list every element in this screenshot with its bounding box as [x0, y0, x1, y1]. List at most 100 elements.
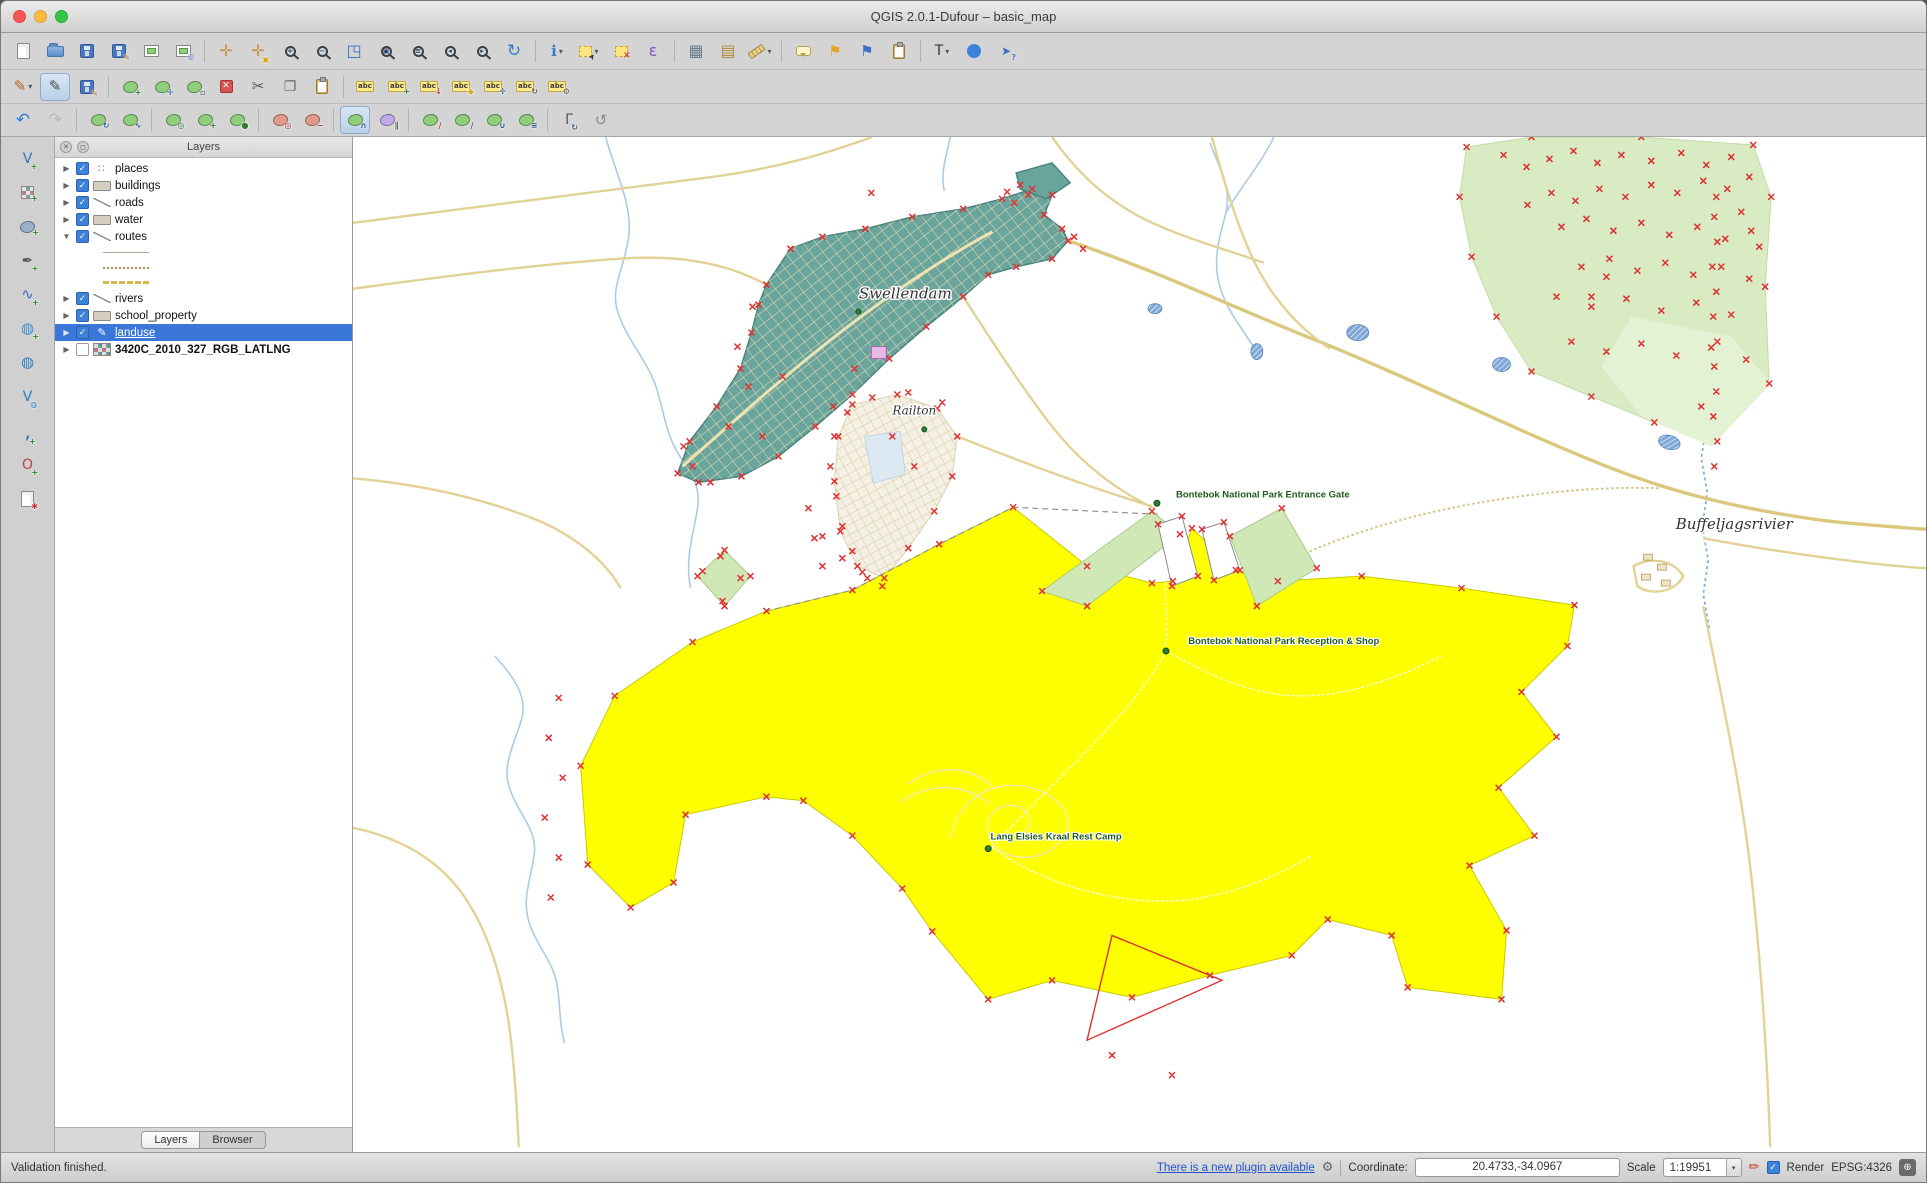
save-project-as-button[interactable]: ✎: [104, 37, 134, 65]
zoom-out-button[interactable]: −: [307, 37, 337, 65]
expander-icon[interactable]: ▶: [61, 328, 72, 337]
zoom-to-layer-button[interactable]: ≡: [403, 37, 433, 65]
expander-icon[interactable]: ▶: [61, 311, 72, 320]
save-layer-edits-button[interactable]: ✎: [72, 73, 102, 101]
layer-visibility-checkbox[interactable]: ✓: [76, 162, 89, 175]
layer-item-routes[interactable]: ▼✓routes: [55, 228, 352, 245]
layer-visibility-checkbox[interactable]: ✓: [76, 292, 89, 305]
add-delimited-text-layer-button[interactable]: ,+: [9, 415, 47, 446]
zoom-window-button[interactable]: [55, 10, 68, 23]
panel-close-button[interactable]: ✕: [60, 141, 72, 153]
label-highlight-button[interactable]: abc◆: [446, 73, 476, 101]
label-rotate-button[interactable]: abc↻: [510, 73, 540, 101]
offset-curve-button[interactable]: ∥: [372, 106, 402, 134]
zoom-to-selection-button[interactable]: ▣: [371, 37, 401, 65]
label-move-button[interactable]: abc✛: [478, 73, 508, 101]
pan-map-button[interactable]: ✛: [211, 37, 241, 65]
layer-visibility-checkbox[interactable]: ✓: [76, 213, 89, 226]
crs-status-button[interactable]: ⊕: [1899, 1159, 1916, 1176]
open-attribute-table-button[interactable]: ▦: [681, 37, 711, 65]
delete-part-button[interactable]: −: [297, 106, 327, 134]
add-mssql-layer-button[interactable]: ∿+: [9, 279, 47, 310]
new-print-composer-button[interactable]: [136, 37, 166, 65]
scale-combo[interactable]: 1:19951 ▾: [1663, 1158, 1742, 1177]
plugin-icon[interactable]: ⚙: [1322, 1160, 1334, 1175]
layer-item-buildings[interactable]: ▶✓buildings: [55, 177, 352, 194]
delete-selected-button[interactable]: ✕: [211, 73, 241, 101]
node-tool-button[interactable]: ▫: [179, 73, 209, 101]
layer-item-landuse[interactable]: ▶✓✎landuse: [55, 324, 352, 341]
reverse-line-button[interactable]: ↺: [586, 106, 616, 134]
simplify-feature-button[interactable]: ∿: [115, 106, 145, 134]
tab-layers[interactable]: Layers: [141, 1131, 200, 1149]
stop-render-icon[interactable]: ✏: [1749, 1160, 1760, 1175]
labeling-options-button[interactable]: abc: [350, 73, 380, 101]
plugin-update-link[interactable]: There is a new plugin available: [1157, 1162, 1315, 1174]
copy-features-button[interactable]: ❐: [275, 73, 305, 101]
label-properties-button[interactable]: abc⚙: [542, 73, 572, 101]
select-features-button[interactable]: [574, 37, 604, 65]
zoom-full-extent-button[interactable]: ◳: [339, 37, 369, 65]
layer-visibility-checkbox[interactable]: ✓: [76, 309, 89, 322]
add-postgis-layer-button[interactable]: +: [9, 211, 47, 242]
current-edits-button[interactable]: ✎: [8, 73, 38, 101]
layer-item-roads[interactable]: ▶✓roads: [55, 194, 352, 211]
refresh-map-button[interactable]: ↻: [499, 37, 529, 65]
tab-browser[interactable]: Browser: [200, 1131, 265, 1149]
deselect-all-button[interactable]: [606, 37, 636, 65]
add-spatialite-layer-button[interactable]: ✒+: [9, 245, 47, 276]
map-canvas[interactable]: SwellendamRailtonBontebok National Park …: [353, 137, 1926, 1152]
expander-icon[interactable]: ▶: [61, 181, 72, 190]
add-part-button[interactable]: +: [190, 106, 220, 134]
layer-visibility-checkbox[interactable]: ✓: [76, 326, 89, 339]
move-feature-button[interactable]: ✛: [147, 73, 177, 101]
merge-attributes-button[interactable]: ≡: [511, 106, 541, 134]
render-checkbox[interactable]: ✓: [1767, 1161, 1780, 1174]
add-ring-button[interactable]: ◎: [158, 106, 188, 134]
minimize-window-button[interactable]: [34, 10, 47, 23]
expander-icon[interactable]: ▼: [61, 232, 72, 241]
layer-item-school_property[interactable]: ▶✓school_property: [55, 307, 352, 324]
split-features-button[interactable]: ∕: [415, 106, 445, 134]
rotate-feature-button[interactable]: ↻: [83, 106, 113, 134]
help-contents-button[interactable]: [959, 37, 989, 65]
pan-to-selection-button[interactable]: ✛▣: [243, 37, 273, 65]
select-by-expression-button[interactable]: ε: [638, 37, 668, 65]
cut-features-button[interactable]: ✂: [243, 73, 273, 101]
show-bookmarks-button[interactable]: ⚑: [852, 37, 882, 65]
measure-line-button[interactable]: [745, 37, 775, 65]
whats-this-button[interactable]: ➤?: [991, 37, 1021, 65]
add-wcs-layer-button[interactable]: ◍: [9, 347, 47, 378]
combo-arrow-icon[interactable]: ▾: [1726, 1158, 1741, 1177]
expander-icon[interactable]: ▶: [61, 164, 72, 173]
layer-symbol-item[interactable]: [55, 245, 352, 260]
add-feature-button[interactable]: +: [115, 73, 145, 101]
expander-icon[interactable]: ▶: [61, 345, 72, 354]
undo-button[interactable]: ↶: [8, 106, 38, 134]
composer-manager-button[interactable]: ◎: [168, 37, 198, 65]
layer-visibility-checkbox[interactable]: ✓: [76, 179, 89, 192]
layer-item-water[interactable]: ▶✓water: [55, 211, 352, 228]
layer-item-rivers[interactable]: ▶✓rivers: [55, 290, 352, 307]
coordinate-input[interactable]: 20.4733,-34.0967: [1415, 1158, 1620, 1177]
add-wms-layer-button[interactable]: ◍+: [9, 313, 47, 344]
panel-float-button[interactable]: ◻: [77, 141, 89, 153]
redo-button[interactable]: ↷: [40, 106, 70, 134]
layer-symbol-item[interactable]: [55, 275, 352, 290]
save-project-button[interactable]: [72, 37, 102, 65]
zoom-last-button[interactable]: ◂: [435, 37, 465, 65]
text-annotation-button[interactable]: T: [927, 37, 957, 65]
close-window-button[interactable]: [13, 10, 26, 23]
layer-visibility-checkbox[interactable]: [76, 343, 89, 356]
reshape-features-button[interactable]: ∩: [340, 106, 370, 134]
rotate-point-symbols-button[interactable]: Γ↻: [554, 106, 584, 134]
layer-symbol-item[interactable]: [55, 260, 352, 275]
label-pin-button[interactable]: abc↓: [414, 73, 444, 101]
add-raster-layer-button[interactable]: +: [9, 177, 47, 208]
map-tips-button[interactable]: [788, 37, 818, 65]
identify-features-button[interactable]: ℹ: [542, 37, 572, 65]
layer-visibility-checkbox[interactable]: ✓: [76, 196, 89, 209]
zoom-in-button[interactable]: +: [275, 37, 305, 65]
toggle-editing-button[interactable]: ✎: [40, 73, 70, 101]
layer-visibility-checkbox[interactable]: ✓: [76, 230, 89, 243]
